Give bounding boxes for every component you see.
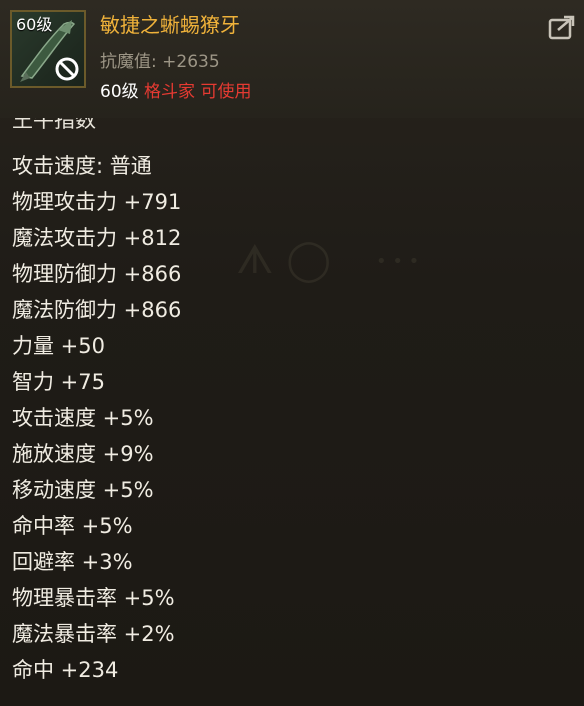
item-header: 60级 敏捷之蜥蜴獠牙 抗魔值: +2635 60级 格斗家 可使用 <box>0 0 584 118</box>
stat-line: 力量 +50 <box>12 334 105 358</box>
stat-line: 攻击速度: 普通 <box>12 154 152 178</box>
stat-line: 魔法暴击率 +2% <box>12 622 175 646</box>
stat-line: 智力 +75 <box>12 370 105 394</box>
stat-line: 魔法防御力 +866 <box>12 298 182 322</box>
item-name: 敏捷之蜥蜴獠牙 <box>100 13 240 37</box>
item-tooltip-panel: 60级 敏捷之蜥蜴獠牙 抗魔值: +2635 60级 格斗家 可使用 王牛指数 … <box>0 0 584 706</box>
magic-resist-value: 抗魔值: +2635 <box>100 52 220 72</box>
svg-text:ᗑ ◯: ᗑ ◯ <box>236 237 331 283</box>
svg-text:• • •: • • • <box>376 251 419 272</box>
stat-line: 施放速度 +9% <box>12 442 154 466</box>
required-level: 60级 <box>100 82 139 102</box>
stat-line: 回避率 +3% <box>12 550 133 574</box>
item-icon-slot[interactable]: 60级 <box>10 10 86 88</box>
stat-line: 移动速度 +5% <box>12 478 154 502</box>
clipped-stat-line: 王牛指数 <box>12 118 96 132</box>
requirement-line: 60级 格斗家 可使用 <box>100 80 251 104</box>
stat-line: 物理防御力 +866 <box>12 262 182 286</box>
required-class: 格斗家 可使用 <box>144 82 252 102</box>
stat-line: 魔法攻击力 +812 <box>12 226 182 250</box>
stat-line: 物理攻击力 +791 <box>12 190 182 214</box>
stat-list: 攻击速度: 普通 物理攻击力 +791 魔法攻击力 +812 物理防御力 +86… <box>12 148 181 688</box>
stat-line: 物理暴击率 +5% <box>12 586 175 610</box>
forbidden-icon <box>55 57 79 81</box>
stat-line: 命中 +234 <box>12 658 119 682</box>
share-icon[interactable] <box>548 14 576 40</box>
stat-line: 命中率 +5% <box>12 514 133 538</box>
stat-line: 攻击速度 +5% <box>12 406 154 430</box>
item-level-badge: 60级 <box>16 15 53 34</box>
watermark-logo: ᗑ ◯ • • • <box>236 237 419 283</box>
